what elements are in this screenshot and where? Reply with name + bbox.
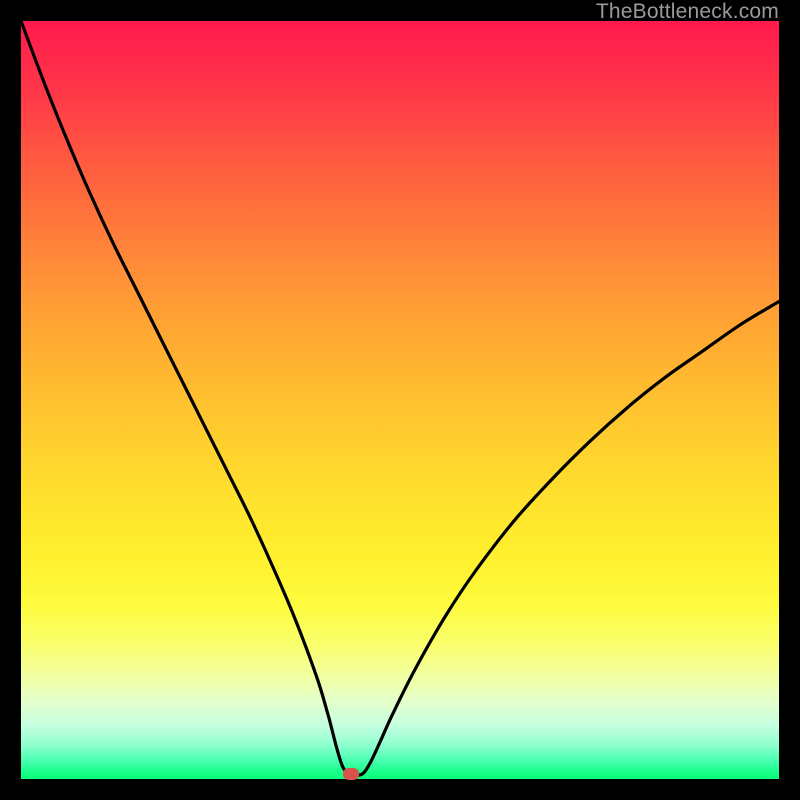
plot-area bbox=[21, 21, 779, 779]
optimum-marker bbox=[343, 768, 359, 780]
watermark-text: TheBottleneck.com bbox=[596, 0, 779, 24]
curve-svg bbox=[21, 21, 779, 779]
chart-frame: TheBottleneck.com bbox=[0, 0, 800, 800]
bottleneck-curve bbox=[21, 21, 779, 776]
